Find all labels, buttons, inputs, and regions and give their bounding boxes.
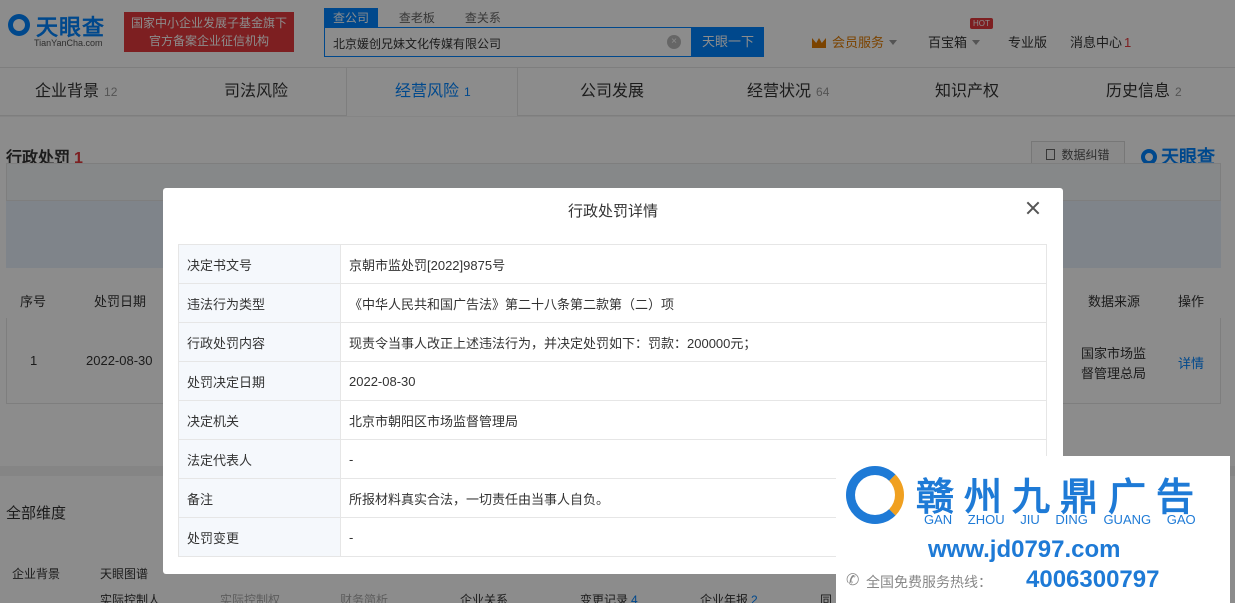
- detail-row: 行政处罚内容 现责令当事人改正上述违法行为，并决定处罚如下：罚款：200000元；: [178, 322, 1047, 362]
- ad-name-pinyin: GAN ZHOU JIU DING GUANG GAO: [924, 512, 1196, 527]
- detail-key: 行政处罚内容: [178, 322, 341, 362]
- detail-value: 2022-08-30: [340, 361, 1047, 401]
- ad-logo-icon: [846, 466, 904, 524]
- close-icon[interactable]: [1025, 200, 1041, 216]
- detail-row: 违法行为类型 《中华人民共和国广告法》第二十八条第二款第（二）项: [178, 283, 1047, 323]
- detail-key: 备注: [178, 478, 341, 518]
- advertisement-watermark: 赣州九鼎广告 GAN ZHOU JIU DING GUANG GAO www.j…: [836, 456, 1230, 603]
- detail-row: 处罚决定日期 2022-08-30: [178, 361, 1047, 401]
- detail-key: 法定代表人: [178, 439, 341, 479]
- detail-value: 北京市朝阳区市场监督管理局: [340, 400, 1047, 440]
- ad-phone-number: 4006300797: [1026, 566, 1160, 593]
- ad-url: www.jd0797.com: [928, 536, 1121, 563]
- ad-phone-label: 全国免费服务热线：: [866, 574, 992, 590]
- detail-key: 决定机关: [178, 400, 341, 440]
- detail-value: 京朝市监处罚[2022]9875号: [340, 244, 1047, 284]
- detail-row: 决定书文号 京朝市监处罚[2022]9875号: [178, 244, 1047, 284]
- detail-key: 违法行为类型: [178, 283, 341, 323]
- detail-value: 现责令当事人改正上述违法行为，并决定处罚如下：罚款：200000元；: [340, 322, 1047, 362]
- detail-row: 决定机关 北京市朝阳区市场监督管理局: [178, 400, 1047, 440]
- detail-key: 决定书文号: [178, 244, 341, 284]
- modal-title: 行政处罚详情: [567, 203, 658, 220]
- phone-icon: ✆: [846, 572, 860, 589]
- detail-key: 处罚决定日期: [178, 361, 341, 401]
- detail-value: 《中华人民共和国广告法》第二十八条第二款第（二）项: [340, 283, 1047, 323]
- detail-key: 处罚变更: [178, 517, 341, 557]
